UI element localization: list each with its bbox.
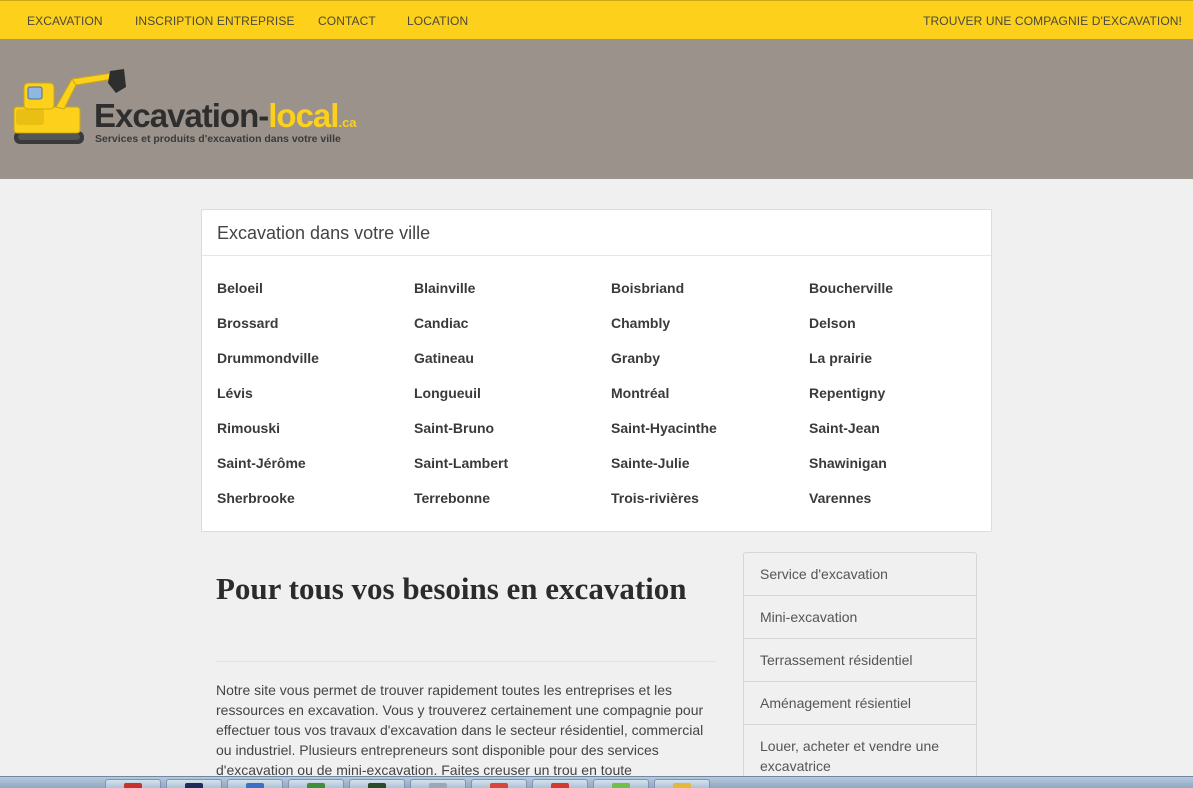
city-link[interactable]: Lévis: [217, 385, 253, 401]
city-link[interactable]: Blainville: [414, 280, 475, 296]
app-icon: [490, 783, 508, 788]
city-link[interactable]: Saint-Bruno: [414, 420, 494, 436]
city-link[interactable]: Granby: [611, 350, 660, 366]
sidebar-item-service-excavation[interactable]: Service d'excavation: [744, 553, 976, 596]
city-link[interactable]: Saint-Hyacinthe: [611, 420, 717, 436]
taskbar-button[interactable]: [105, 779, 161, 788]
app-icon: [429, 783, 447, 788]
taskbar-button[interactable]: [593, 779, 649, 788]
city-link[interactable]: Boisbriand: [611, 280, 684, 296]
city-link[interactable]: Beloeil: [217, 280, 263, 296]
city-link[interactable]: Sainte-Julie: [611, 455, 690, 471]
city-link[interactable]: Terrebonne: [414, 490, 490, 506]
city-link[interactable]: Brossard: [217, 315, 278, 331]
cities-panel-title: Excavation dans votre ville: [202, 210, 991, 256]
nav-link-location[interactable]: LOCATION: [407, 14, 468, 28]
app-icon: [124, 783, 142, 788]
app-icon: [673, 783, 691, 788]
nav-link-contact[interactable]: CONTACT: [318, 14, 376, 28]
sidebar-item-amenagement[interactable]: Aménagement résientiel: [744, 682, 976, 725]
city-link[interactable]: Drummondville: [217, 350, 319, 366]
taskbar-button[interactable]: [288, 779, 344, 788]
nav-link-inscription-entreprise[interactable]: INSCRIPTION ENTREPRISE: [135, 14, 295, 28]
app-icon: [307, 783, 325, 788]
nav-link-find-company[interactable]: TROUVER UNE COMPAGNIE D'EXCAVATION!: [923, 14, 1182, 28]
top-navigation: EXCAVATION INSCRIPTION ENTREPRISE CONTAC…: [0, 0, 1193, 39]
page-title: Pour tous vos besoins en excavation: [216, 571, 687, 606]
intro-paragraph: Notre site vous permet de trouver rapide…: [216, 682, 704, 778]
city-link[interactable]: Saint-Jean: [809, 420, 880, 436]
city-link[interactable]: Rimouski: [217, 420, 280, 436]
title-divider: [216, 661, 716, 662]
taskbar-button[interactable]: [349, 779, 405, 788]
taskbar-button[interactable]: [166, 779, 222, 788]
services-sidebar: Service d'excavation Mini-excavation Ter…: [743, 552, 977, 788]
site-header: Excavation-local.ca Services et produits…: [0, 39, 1193, 179]
city-link[interactable]: Shawinigan: [809, 455, 887, 471]
app-icon: [246, 783, 264, 788]
city-link[interactable]: Gatineau: [414, 350, 474, 366]
app-icon: [612, 783, 630, 788]
sidebar-item-terrassement[interactable]: Terrassement résidentiel: [744, 639, 976, 682]
city-link[interactable]: Trois-rivières: [611, 490, 699, 506]
logo-wordmark: Excavation-local.ca: [94, 97, 357, 134]
cities-panel: Excavation dans votre ville Beloeil Blain…: [201, 209, 992, 532]
app-icon: [551, 783, 569, 788]
city-link[interactable]: Delson: [809, 315, 856, 331]
logo-tagline: Services et produits d'excavation dans v…: [95, 133, 341, 145]
app-icon: [368, 783, 386, 788]
city-link[interactable]: La prairie: [809, 350, 872, 366]
city-link[interactable]: Montréal: [611, 385, 669, 401]
city-link[interactable]: Sherbrooke: [217, 490, 295, 506]
taskbar-button[interactable]: [532, 779, 588, 788]
city-link[interactable]: Saint-Jérôme: [217, 455, 306, 471]
city-link[interactable]: Varennes: [809, 490, 871, 506]
sidebar-item-mini-excavation[interactable]: Mini-excavation: [744, 596, 976, 639]
taskbar-button[interactable]: [471, 779, 527, 788]
app-icon: [185, 783, 203, 788]
city-link[interactable]: Boucherville: [809, 280, 893, 296]
nav-link-excavation[interactable]: EXCAVATION: [27, 14, 103, 28]
os-taskbar: [0, 776, 1193, 788]
taskbar-button[interactable]: [654, 779, 710, 788]
city-link[interactable]: Saint-Lambert: [414, 455, 508, 471]
city-link[interactable]: Candiac: [414, 315, 468, 331]
city-link[interactable]: Repentigny: [809, 385, 885, 401]
taskbar-button[interactable]: [410, 779, 466, 788]
taskbar-button[interactable]: [227, 779, 283, 788]
site-logo[interactable]: Excavation-local.ca Services et produits…: [12, 69, 432, 149]
city-link[interactable]: Longueuil: [414, 385, 481, 401]
city-link[interactable]: Chambly: [611, 315, 670, 331]
